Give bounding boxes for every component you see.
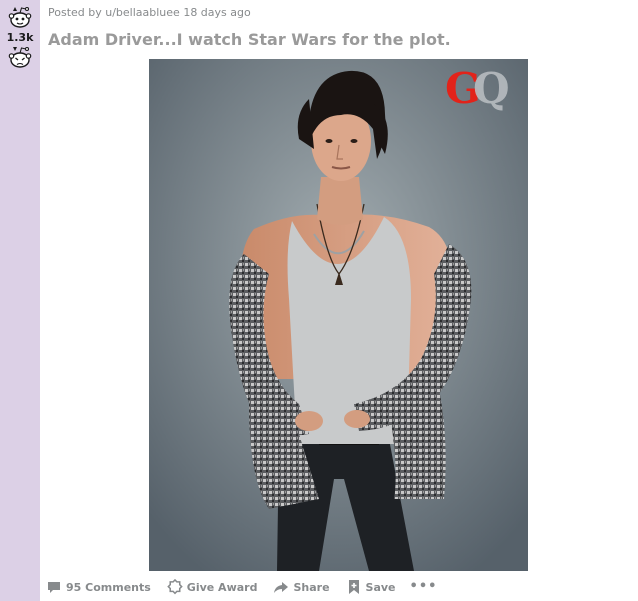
- post-image[interactable]: G Q: [149, 59, 528, 571]
- comments-label: 95 Comments: [66, 580, 151, 594]
- post-meta: Posted by u/bellaabluee 18 days ago: [48, 6, 251, 19]
- vote-sidebar: 1.3k: [0, 0, 40, 601]
- post-actions: 95 Comments Give Award Share Save •••: [44, 577, 437, 597]
- comments-button[interactable]: 95 Comments: [44, 579, 153, 595]
- more-options-button[interactable]: •••: [410, 580, 438, 593]
- snoo-downvote-icon[interactable]: [7, 45, 33, 69]
- vote-score: 1.3k: [6, 31, 34, 44]
- bookmark-plus-icon: [348, 580, 359, 594]
- save-label: Save: [365, 580, 396, 594]
- share-arrow-icon: [274, 582, 289, 593]
- comment-bubble-icon: [48, 582, 60, 593]
- save-button[interactable]: Save: [344, 579, 398, 595]
- share-button[interactable]: Share: [271, 579, 331, 595]
- award-badge-icon: [167, 579, 183, 595]
- give-award-button[interactable]: Give Award: [165, 579, 260, 595]
- reddit-post: 1.3k Posted by u/bellaabluee 18 days ago…: [0, 0, 638, 601]
- give-award-label: Give Award: [186, 580, 258, 594]
- snoo-upvote-icon[interactable]: [7, 5, 33, 29]
- share-label: Share: [293, 580, 330, 594]
- post-title[interactable]: Adam Driver...I watch Star Wars for the …: [48, 30, 451, 49]
- svg-text:Q: Q: [473, 64, 510, 113]
